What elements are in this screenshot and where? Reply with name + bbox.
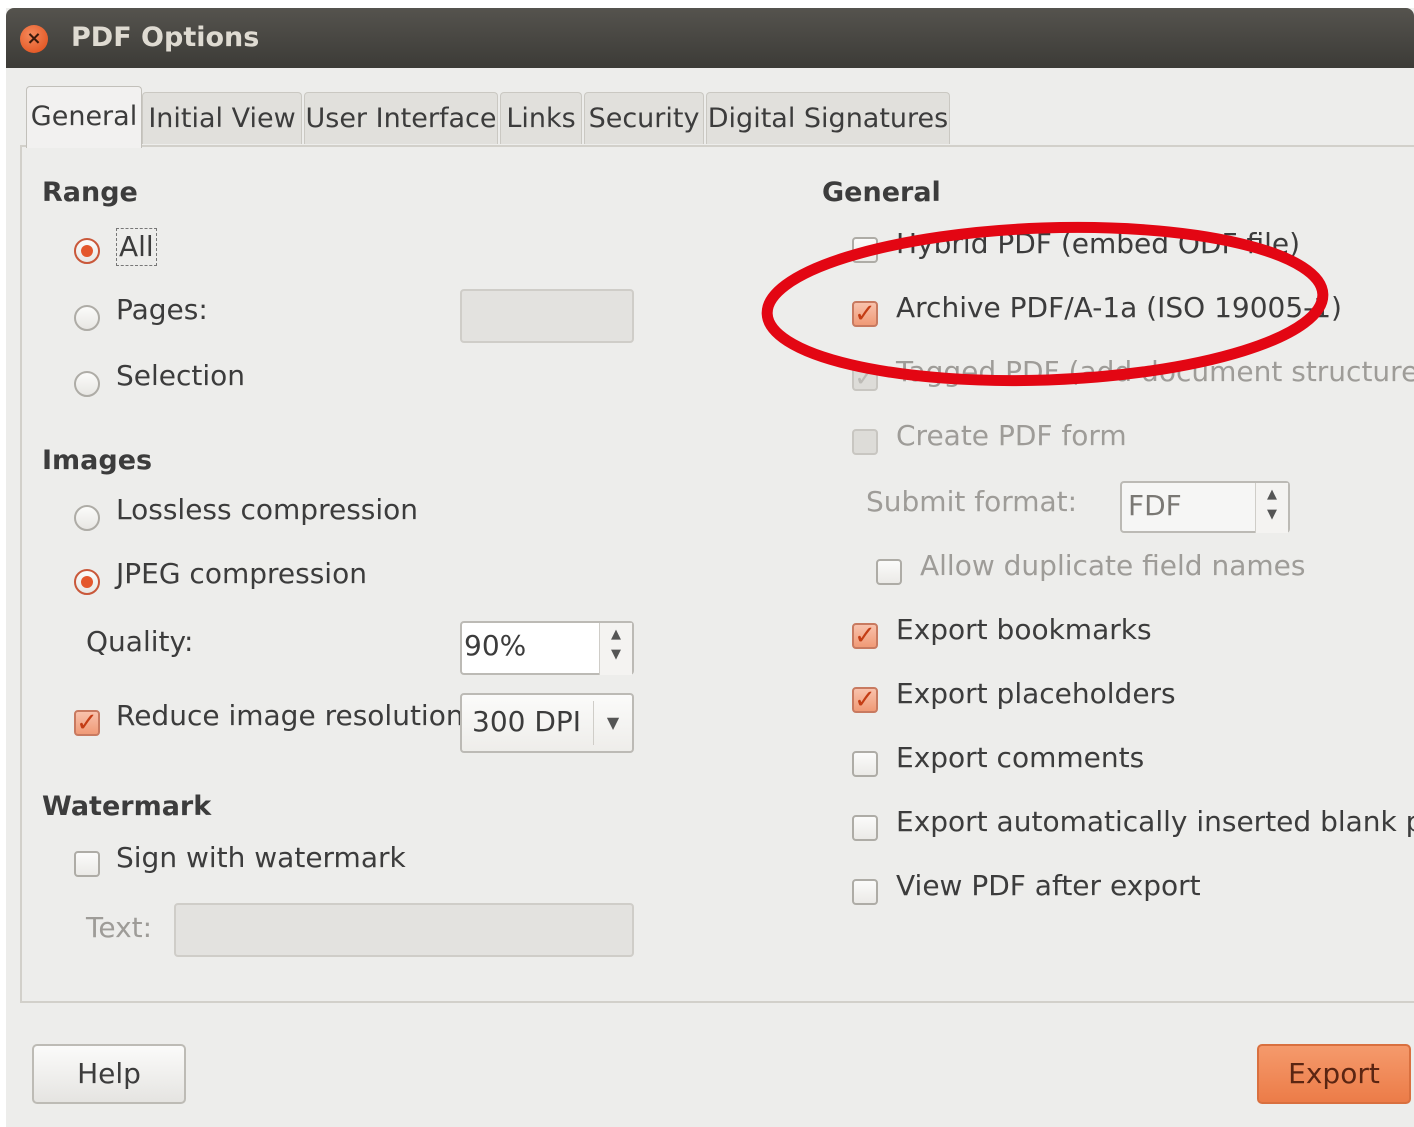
spin-arrows-icon[interactable]: ▲ ▼: [1255, 483, 1288, 533]
view-after-export-label[interactable]: View PDF after export: [896, 869, 1201, 902]
submit-format-value: FDF: [1128, 489, 1182, 522]
archive-pdf-label[interactable]: Archive PDF/A-1a (ISO 19005-1): [896, 291, 1342, 324]
export-comments-checkbox[interactable]: [852, 751, 878, 777]
quality-spinner[interactable]: 90% ▲ ▼: [460, 621, 634, 675]
lossless-label[interactable]: Lossless compression: [116, 493, 418, 526]
quality-label: Quality:: [86, 625, 194, 658]
sign-watermark-label[interactable]: Sign with watermark: [116, 841, 406, 874]
export-comments-label[interactable]: Export comments: [896, 741, 1144, 774]
export-blank-pages-checkbox[interactable]: [852, 815, 878, 841]
range-pages-label[interactable]: Pages:: [116, 293, 208, 326]
watermark-heading: Watermark: [42, 791, 212, 822]
submit-format-label: Submit format:: [866, 485, 1078, 518]
chevron-down-icon[interactable]: ▼: [593, 701, 632, 745]
range-all-radio[interactable]: [74, 238, 100, 264]
range-selection-label[interactable]: Selection: [116, 359, 245, 392]
reduce-resolution-checkbox[interactable]: ✓: [74, 710, 100, 736]
watermark-text-label: Text:: [86, 911, 153, 944]
range-heading: Range: [42, 177, 138, 208]
sign-watermark-checkbox[interactable]: [74, 851, 100, 877]
tab-user-interface[interactable]: User Interface: [304, 92, 498, 144]
jpeg-label[interactable]: JPEG compression: [116, 557, 367, 590]
tab-security[interactable]: Security: [584, 92, 704, 144]
submit-format-spinner[interactable]: FDF ▲ ▼: [1120, 481, 1290, 533]
quality-value: 90%: [464, 629, 527, 662]
resolution-combobox[interactable]: 300 DPI ▼: [460, 693, 634, 753]
create-form-checkbox[interactable]: [852, 429, 878, 455]
export-placeholders-checkbox[interactable]: ✓: [852, 687, 878, 713]
export-bookmarks-checkbox[interactable]: ✓: [852, 623, 878, 649]
export-placeholders-label[interactable]: Export placeholders: [896, 677, 1176, 710]
tab-links[interactable]: Links: [500, 92, 582, 144]
close-icon[interactable]: ×: [20, 25, 48, 53]
create-form-label: Create PDF form: [896, 419, 1127, 452]
help-button[interactable]: Help: [32, 1044, 186, 1104]
lossless-radio[interactable]: [74, 505, 100, 531]
reduce-resolution-label[interactable]: Reduce image resolution: [116, 699, 464, 732]
allow-duplicate-label: Allow duplicate field names: [920, 549, 1306, 582]
general-tab-panel: Range All Pages: Selection Images Lossle…: [20, 145, 1414, 1003]
pdf-options-dialog: × PDF Options General Initial View User …: [6, 8, 1414, 1127]
tagged-pdf-label: Tagged PDF (add document structure): [896, 355, 1414, 388]
range-pages-radio[interactable]: [74, 305, 100, 331]
tagged-pdf-checkbox[interactable]: ✓: [852, 365, 878, 391]
hybrid-pdf-checkbox[interactable]: [852, 237, 878, 263]
pages-input[interactable]: [460, 289, 634, 343]
general-heading: General: [822, 177, 941, 208]
export-bookmarks-label[interactable]: Export bookmarks: [896, 613, 1152, 646]
allow-duplicate-checkbox[interactable]: [876, 559, 902, 585]
watermark-text-input[interactable]: [174, 903, 634, 957]
tab-general[interactable]: General: [26, 86, 142, 148]
resolution-value: 300 DPI: [472, 705, 582, 738]
title-bar: × PDF Options: [6, 8, 1414, 68]
archive-pdf-checkbox[interactable]: ✓: [852, 301, 878, 327]
export-button[interactable]: Export: [1257, 1044, 1411, 1104]
view-after-export-checkbox[interactable]: [852, 879, 878, 905]
range-selection-radio[interactable]: [74, 371, 100, 397]
hybrid-pdf-label[interactable]: Hybrid PDF (embed ODF file): [896, 227, 1300, 260]
tab-initial-view[interactable]: Initial View: [142, 92, 302, 144]
window-title: PDF Options: [71, 22, 260, 53]
range-all-label[interactable]: All: [116, 228, 157, 266]
export-blank-pages-label[interactable]: Export automatically inserted blank page…: [896, 805, 1414, 838]
tab-digital-signatures[interactable]: Digital Signatures: [706, 92, 950, 144]
jpeg-radio[interactable]: [74, 569, 100, 595]
spin-arrows-icon[interactable]: ▲ ▼: [599, 623, 632, 675]
images-heading: Images: [42, 445, 153, 476]
